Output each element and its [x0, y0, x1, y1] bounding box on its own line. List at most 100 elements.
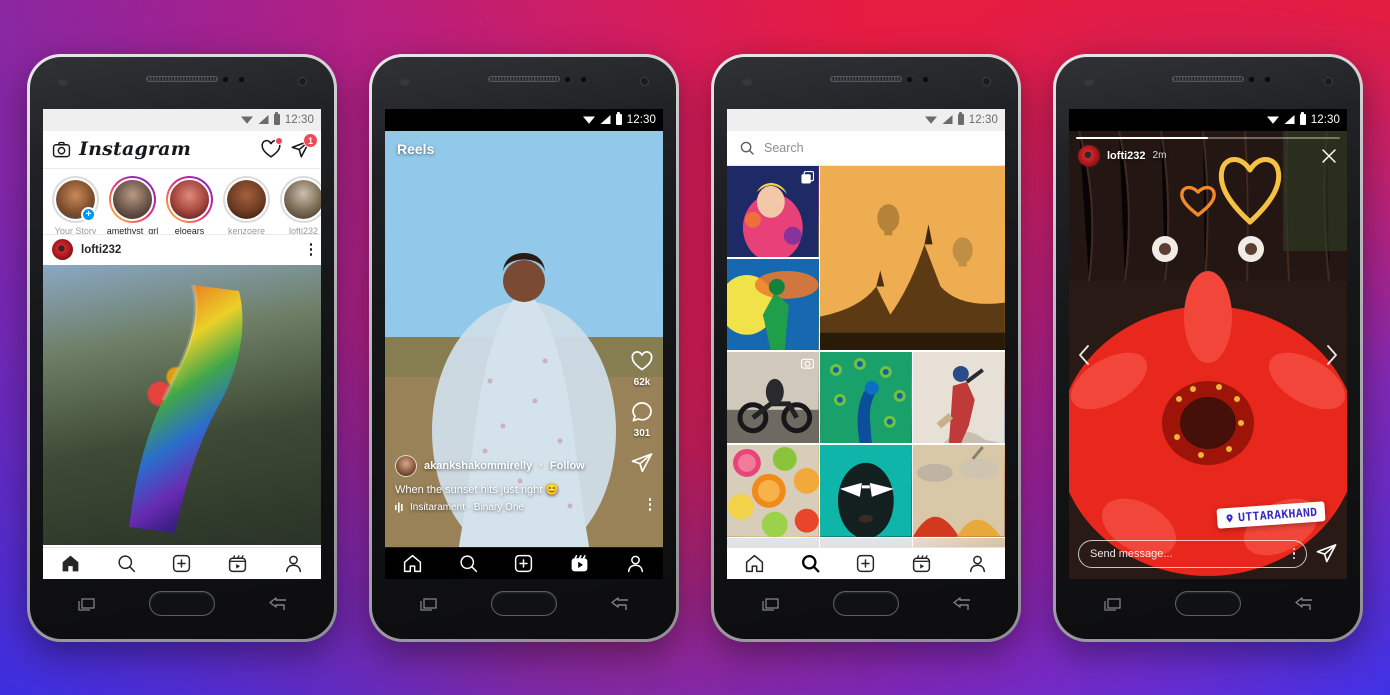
- hw-back-button[interactable]: [610, 596, 630, 611]
- avatar[interactable]: [395, 454, 417, 477]
- hw-recents-button[interactable]: [420, 597, 437, 611]
- send-icon[interactable]: [1315, 542, 1338, 565]
- nav-reels-icon[interactable]: [569, 553, 590, 574]
- phone-top-bezel: [1056, 57, 1360, 109]
- bottom-navigation[interactable]: [43, 546, 321, 579]
- nav-create-icon[interactable]: [855, 553, 876, 574]
- story-label: eloears: [174, 225, 205, 235]
- reel-username[interactable]: akankshakommirelly: [424, 460, 532, 472]
- send-message-input[interactable]: Send message...: [1078, 539, 1307, 568]
- explore-tile-peacock-feathers[interactable]: [820, 351, 912, 444]
- messages-badge-count: 1: [303, 133, 318, 148]
- light-sensor-icon: [982, 76, 991, 86]
- nav-reels-icon[interactable]: [227, 553, 248, 574]
- like-heart-icon[interactable]: [630, 349, 654, 373]
- screen-feed: 12:30 Instagram 1 + Your Story amethyst_…: [43, 108, 321, 579]
- wifi-icon: [924, 116, 937, 124]
- share-icon[interactable]: [630, 451, 654, 475]
- explore-tile-holi-festival-portrait[interactable]: [727, 165, 819, 258]
- nav-search-icon[interactable]: [458, 553, 479, 574]
- post-username[interactable]: lofti232: [81, 244, 121, 256]
- hw-back-button[interactable]: [1294, 596, 1314, 611]
- story-username[interactable]: lofti232: [1107, 150, 1146, 162]
- hw-recents-button[interactable]: [762, 597, 779, 611]
- reel-audio-row[interactable]: Insitarament · Binary One: [395, 502, 619, 513]
- phone-bottom-bezel: [1056, 579, 1360, 639]
- hw-home-button[interactable]: [491, 590, 557, 616]
- story-item-lofti232[interactable]: lofti232: [277, 175, 321, 234]
- nav-profile-icon[interactable]: [283, 553, 304, 574]
- proximity-sensor-icon: [580, 75, 587, 83]
- phone-top-bezel: [714, 57, 1018, 109]
- hw-recents-button[interactable]: [78, 597, 95, 611]
- notification-led: [742, 78, 752, 86]
- explore-tile-spice-market[interactable]: [913, 444, 1005, 537]
- explore-grid[interactable]: [727, 165, 1005, 579]
- follow-button[interactable]: Follow: [550, 460, 585, 472]
- nav-search-icon[interactable]: [800, 553, 821, 574]
- battery-icon: [615, 112, 622, 125]
- close-icon[interactable]: [1320, 147, 1338, 165]
- light-sensor-icon: [298, 76, 307, 86]
- hw-home-button[interactable]: [149, 590, 215, 616]
- explore-tile-sunglasses-portrait[interactable]: [820, 444, 912, 537]
- hw-back-button[interactable]: [952, 596, 972, 611]
- story-timestamp: 2m: [1152, 150, 1167, 161]
- light-sensor-icon: [640, 76, 649, 86]
- app-header: Instagram 1: [43, 130, 321, 169]
- nav-home-icon[interactable]: [60, 553, 81, 574]
- location-label: UTTARAKHAND: [1237, 504, 1318, 524]
- explore-tile-neon-green-dancer[interactable]: [727, 258, 819, 351]
- nav-create-icon[interactable]: [171, 553, 192, 574]
- clock: 12:30: [968, 113, 998, 126]
- post-more-options-button[interactable]: [309, 243, 312, 256]
- explore-tile-bagan-temples-balloons[interactable]: [820, 165, 1005, 351]
- signal-icon: [258, 115, 269, 124]
- chevron-right-icon[interactable]: [1325, 344, 1338, 365]
- story-label: amethyst_grl: [106, 225, 159, 235]
- bottom-navigation[interactable]: [385, 546, 663, 579]
- earpiece-speaker: [1172, 75, 1244, 82]
- send-message-placeholder: Send message...: [1090, 547, 1173, 560]
- bottom-navigation[interactable]: [727, 546, 1005, 579]
- hw-home-button[interactable]: [1175, 590, 1241, 616]
- reel-video[interactable]: Reels 62k 301 akankshakommirelly · Follo…: [385, 130, 663, 547]
- post-image[interactable]: [43, 264, 321, 545]
- search-bar[interactable]: Search: [727, 130, 1005, 166]
- activity-heart-button[interactable]: [260, 137, 283, 160]
- nav-profile-icon[interactable]: [625, 553, 646, 574]
- avatar[interactable]: [52, 239, 73, 260]
- hw-recents-button[interactable]: [1104, 597, 1121, 611]
- story-item-eloears[interactable]: eloears: [163, 175, 216, 235]
- wifi-icon: [240, 116, 253, 124]
- earpiece-speaker: [146, 75, 218, 82]
- explore-tile-motorcycle-rider[interactable]: [727, 351, 819, 444]
- avatar[interactable]: [1078, 144, 1100, 167]
- comment-icon[interactable]: [630, 400, 654, 424]
- story-reply-bar[interactable]: Send message...: [1078, 539, 1338, 568]
- hw-home-button[interactable]: [833, 590, 899, 616]
- chevron-left-icon[interactable]: [1078, 344, 1091, 365]
- camera-icon[interactable]: [52, 140, 71, 159]
- nav-search-icon[interactable]: [116, 553, 137, 574]
- add-story-icon[interactable]: +: [81, 206, 96, 222]
- stories-tray[interactable]: + Your Story amethyst_grl eloears kenzoe…: [43, 168, 321, 235]
- nav-home-icon[interactable]: [402, 553, 423, 574]
- explore-tile-street-style-dancer[interactable]: [913, 351, 1005, 444]
- reply-more-options-button[interactable]: [1292, 548, 1295, 559]
- nav-profile-icon[interactable]: [967, 553, 988, 574]
- phone-bottom-bezel: [714, 579, 1018, 639]
- story-item-amethyst-grl[interactable]: amethyst_grl: [106, 175, 159, 235]
- story-item-kenzoere[interactable]: kenzoere: [220, 175, 273, 234]
- nav-create-icon[interactable]: [513, 553, 534, 574]
- story-item-your-story[interactable]: + Your Story: [49, 175, 102, 234]
- reel-more-options-button[interactable]: [648, 498, 651, 511]
- nav-home-icon[interactable]: [744, 553, 765, 574]
- story-content[interactable]: lofti232 2m UTTARAKHAND Send message...: [1069, 130, 1347, 579]
- reel-action-buttons[interactable]: 62k 301: [630, 349, 654, 475]
- explore-tile-citrus-fruit-flatlay[interactable]: [727, 444, 819, 537]
- direct-messages-button[interactable]: 1: [290, 133, 318, 160]
- nav-reels-icon[interactable]: [911, 553, 932, 574]
- hw-back-button[interactable]: [268, 596, 288, 611]
- search-input[interactable]: Search: [764, 141, 804, 155]
